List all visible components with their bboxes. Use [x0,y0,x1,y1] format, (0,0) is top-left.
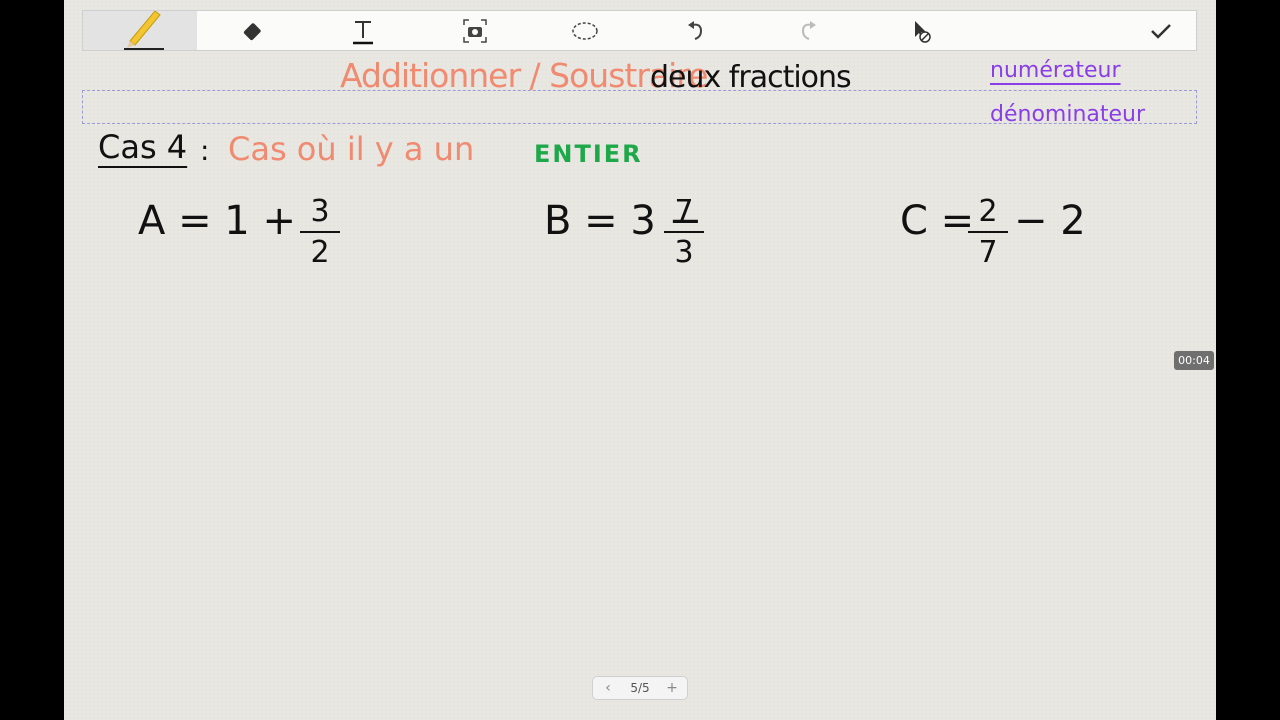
camera-tool-button[interactable] [445,11,505,50]
fraction-a-numerator: 3 [310,194,330,229]
fraction-c-numerator: 2 [978,194,998,229]
fraction-bar [968,231,1008,233]
add-page-button[interactable]: + [663,679,681,697]
undo-button[interactable] [667,11,727,50]
page-indicator: 5/5 [630,681,650,695]
pointer-tool-button[interactable] [889,11,949,50]
expr-c-left: C = [900,198,975,244]
fraction-a-denominator: 2 [310,235,330,270]
lasso-tool-button[interactable] [555,11,615,50]
done-button[interactable] [1131,11,1191,50]
fraction-c: 2 7 [968,194,1008,270]
lasso-icon [572,21,598,40]
pencil-icon [124,10,164,50]
eraser-icon [243,22,261,40]
eraser-tool-button[interactable] [223,11,283,50]
case-keyword: ENTIER [534,140,643,168]
prev-page-button[interactable]: ‹ [599,679,617,697]
title-plain: deux fractions [650,60,852,95]
redo-icon [801,20,816,40]
fraction-a: 3 2 [300,194,340,270]
legend-numerator: numérateur [990,58,1121,83]
fraction-bar [300,231,340,233]
page-navigator: ‹ 5/5 + [592,676,688,700]
fraction-b: 7 3 [664,194,704,270]
pencil-tool-button[interactable] [83,10,197,50]
drawing-toolbar [82,10,1197,51]
pointer-icon [915,20,931,43]
fraction-c-denominator: 7 [978,235,998,270]
redo-button[interactable] [777,11,837,50]
recording-timer: 00:04 [1174,351,1214,370]
case-label: Cas 4 [98,128,188,166]
undo-icon [688,20,703,40]
text-icon [353,20,373,44]
expr-a-left: A = 1 + [138,198,296,244]
case-description: Cas où il y a un [228,130,475,168]
camera-icon [463,18,487,43]
note-page: Additionner / Soustraire deux fractions … [64,0,1216,720]
text-tool-button[interactable] [333,11,393,50]
legend-denominator: dénominateur [990,102,1146,127]
checkmark-icon [1151,23,1171,39]
fraction-bar [664,231,704,233]
fraction-b-numerator: 7 [674,194,694,229]
expr-c-right: − 2 [1014,198,1086,244]
case-colon: : [200,134,210,167]
fraction-b-denominator: 3 [674,235,694,270]
